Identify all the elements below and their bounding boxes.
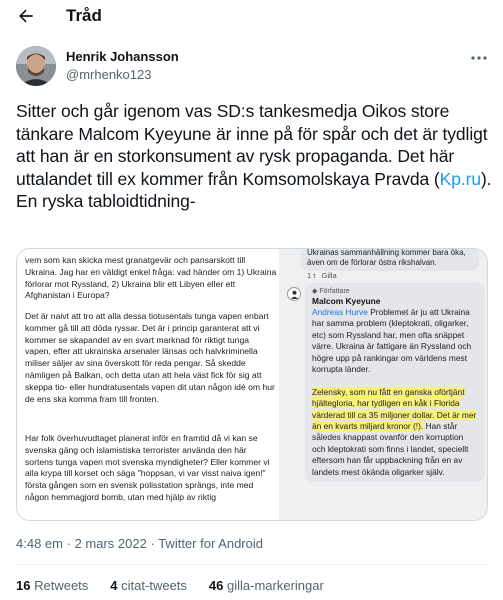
divider [16, 564, 488, 565]
tweet-text: Sitter och går igenom vas SD:s tankesmed… [16, 100, 496, 213]
tweet-timestamp: 4:48 em · 2 mars 2022 · Twitter for Andr… [16, 536, 263, 551]
more-options-button[interactable] [468, 50, 490, 66]
reply-comment: ◆ Författare Malcom Kyeyune Andreas Hurv… [305, 283, 485, 483]
tweet-author: Henrik Johansson @mrhenko123 [16, 46, 487, 90]
tweet-stats: 16 Retweets 4 citat-tweets 46 gilla-mark… [16, 578, 324, 593]
tweet-text-part-1: Sitter och går igenom vas SD:s tankesmed… [16, 101, 488, 189]
tweet-date[interactable]: 2 mars 2022 [75, 536, 147, 551]
retweets-count: 16 [16, 578, 31, 593]
article-screenshot: vem som kan skicka mest granatgevär och … [17, 249, 279, 520]
reply-avatar [287, 287, 301, 301]
user-icon [290, 290, 298, 299]
comment-meta: 1 t Gilla [307, 271, 337, 280]
more-horizontal-icon [471, 56, 487, 60]
author-badge-label: Författare [319, 288, 350, 295]
avatar-image [16, 46, 56, 86]
article-paragraph: Har folk överhuvudtaget planerat inför e… [25, 433, 270, 502]
page-title: Tråd [66, 6, 102, 25]
quotes-count: 4 [110, 578, 118, 593]
comment-like: Gilla [321, 271, 337, 280]
reply-mention: Andreas Hurve [312, 307, 368, 317]
avatar[interactable] [16, 46, 56, 86]
tweet-media-image[interactable]: vem som kan skicka mest granatgevär och … [16, 248, 488, 521]
comment-screenshot: Ukrainas sammanhållning kommer bara öka,… [279, 249, 487, 520]
reply-text-1: Problemet är ju att Ukraina har samma pr… [312, 307, 472, 375]
retweets-label: Retweets [34, 578, 89, 593]
previous-comment: Ukrainas sammanhållning kommer bara öka,… [301, 249, 479, 271]
reply-author: Malcom Kyeyune [312, 296, 381, 306]
tweet-source[interactable]: Twitter for Android [158, 536, 263, 551]
likes-label: gilla-markeringar [227, 578, 324, 593]
author-name[interactable]: Henrik Johansson [66, 49, 179, 64]
retweets-stat[interactable]: 16 Retweets [16, 578, 88, 593]
author-badge: ◆ Författare [312, 287, 478, 295]
timestamp-separator: · [66, 536, 71, 551]
reply-text: Andreas Hurve Problemet är ju att Ukrain… [312, 307, 478, 478]
top-bar: Tråd [0, 0, 503, 36]
article-paragraph: Det är naivt att tro att alla dessa tiot… [25, 311, 275, 404]
arrow-left-icon [19, 9, 33, 23]
tweet-link[interactable]: Kp.ru [440, 169, 481, 189]
back-button[interactable] [14, 4, 38, 28]
quotes-label: citat-tweets [121, 578, 187, 593]
article-paragraph: vem som kan skicka mest granatgevär och … [25, 255, 277, 301]
likes-stat[interactable]: 46 gilla-markeringar [209, 578, 324, 593]
author-handle[interactable]: @mrhenko123 [66, 67, 151, 82]
quotes-stat[interactable]: 4 citat-tweets [110, 578, 187, 593]
likes-count: 46 [208, 578, 224, 593]
comment-time: 1 t [307, 271, 316, 280]
tweet-time[interactable]: 4:48 em [16, 536, 63, 551]
timestamp-separator: · [150, 536, 155, 551]
